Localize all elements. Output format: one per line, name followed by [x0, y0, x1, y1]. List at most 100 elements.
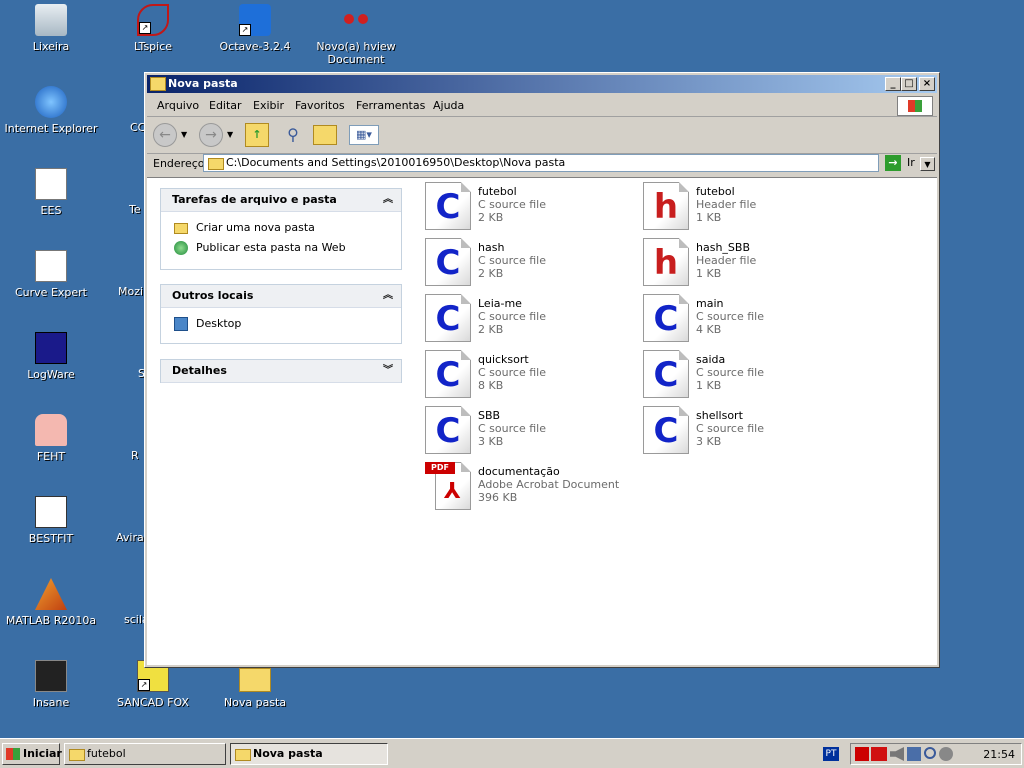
file-item[interactable]: C saida C source file 1 KB [643, 350, 853, 400]
task-create-folder[interactable]: Criar uma nova pasta [161, 218, 401, 238]
desktop-icon-lixeira[interactable]: Lixeira [3, 4, 99, 53]
ati-icon[interactable] [871, 747, 887, 761]
file-size: 1 KB [696, 267, 722, 280]
avira-icon[interactable] [855, 747, 869, 761]
search-tray-icon[interactable] [924, 747, 936, 759]
taskbar-item-futebol[interactable]: futebol [64, 743, 226, 765]
pdf-badge: PDF [425, 462, 455, 474]
file-name: Leia-me [478, 297, 522, 310]
minimize-button[interactable]: _ [885, 77, 901, 91]
maximize-button[interactable]: □ [901, 77, 917, 91]
partial-icon-label: Avira [116, 531, 144, 544]
expand-icon[interactable]: ︾ [383, 360, 393, 382]
matlab-icon [35, 578, 67, 610]
desktop-icon-octave[interactable]: ↗ Octave-3.2.4 [207, 4, 303, 53]
desktop-icon-matlab[interactable]: MATLAB R2010a [3, 578, 99, 627]
close-button[interactable]: × [919, 77, 935, 91]
file-item[interactable]: C SBB C source file 3 KB [425, 406, 635, 456]
desktop-icon-label: Octave-3.2.4 [219, 40, 291, 53]
file-item[interactable]: C shellsort C source file 3 KB [643, 406, 853, 456]
network-icon[interactable] [907, 747, 921, 761]
file-item[interactable]: C Leia-me C source file 2 KB [425, 294, 635, 344]
file-type: C source file [478, 254, 546, 267]
file-item[interactable]: h hash_SBB Header file 1 KB [643, 238, 853, 288]
file-type: Header file [696, 198, 757, 211]
desktop-icon-feht[interactable]: FEHT [3, 414, 99, 463]
place-desktop[interactable]: Desktop [161, 314, 401, 334]
file-item[interactable]: C quicksort C source file 8 KB [425, 350, 635, 400]
c-source-file-icon: C [425, 182, 471, 230]
file-item[interactable]: ⅄ PDF documentação Adobe Acrobat Documen… [425, 462, 635, 512]
address-label: Endereço [153, 157, 205, 170]
logware-icon [35, 332, 67, 364]
taskbar-item-nova-pasta[interactable]: Nova pasta [230, 743, 388, 765]
desktop-icon-insane[interactable]: Insane [3, 660, 99, 709]
taskbar-item-label: Nova pasta [253, 747, 323, 760]
desktop-icon-label: EES [40, 204, 62, 217]
file-item[interactable]: C main C source file 4 KB [643, 294, 853, 344]
taskbar-item-label: futebol [87, 747, 126, 760]
explorer-window[interactable]: Nova pasta _ □ × Arquivo Editar Exibir F… [144, 72, 940, 668]
views-button[interactable]: ▦▾ [349, 125, 379, 145]
desktop-icon-label: Internet Explorer [4, 122, 98, 135]
collapse-icon[interactable]: ︽ [383, 285, 393, 307]
go-button[interactable]: → Ir [885, 155, 933, 171]
language-indicator[interactable]: PT [823, 747, 839, 761]
back-button[interactable]: ← [153, 123, 177, 147]
toolbar: ← ▼ → ▼ ↑ ⚲ ▦▾ [147, 117, 937, 154]
file-item[interactable]: C hash C source file 2 KB [425, 238, 635, 288]
desktop-icon-bestfit[interactable]: BESTFIT [3, 496, 99, 545]
places-panel: Outros locais ︽ Desktop [160, 284, 402, 344]
menu-ajuda[interactable]: Ajuda [433, 99, 464, 112]
file-size: 2 KB [478, 211, 504, 224]
desktop-icon-ltspice[interactable]: ↗ LTspice [105, 4, 201, 53]
address-input[interactable]: C:\Documents and Settings\2010016950\Des… [203, 154, 935, 172]
menu-exibir[interactable]: Exibir [253, 99, 284, 112]
tasks-panel: Tarefas de arquivo e pasta ︽ Criar uma n… [160, 188, 402, 270]
internet-explorer-icon [35, 86, 67, 118]
file-type: C source file [696, 366, 764, 379]
menu-editar[interactable]: Editar [209, 99, 242, 112]
forward-dropdown-icon[interactable]: ▼ [227, 123, 235, 147]
title-bar[interactable]: Nova pasta _ □ × [147, 75, 937, 93]
details-panel-header[interactable]: Detalhes ︾ [161, 360, 401, 383]
desktop-icon-label: MATLAB R2010a [5, 614, 97, 627]
desktop-icon-ees[interactable]: EES [3, 168, 99, 217]
menu-ferramentas[interactable]: Ferramentas [356, 99, 425, 112]
details-panel: Detalhes ︾ [160, 359, 402, 383]
desktop-icon-label: Curve Expert [15, 286, 87, 299]
folders-button[interactable] [313, 125, 337, 145]
octave-icon: ↗ [239, 4, 271, 36]
forward-button[interactable]: → [199, 123, 223, 147]
up-folder-button[interactable]: ↑ [245, 123, 269, 147]
update-icon[interactable] [939, 747, 953, 761]
file-type: C source file [696, 422, 764, 435]
back-dropdown-icon[interactable]: ▼ [181, 123, 189, 147]
c-source-file-icon: C [425, 294, 471, 342]
collapse-icon[interactable]: ︽ [383, 189, 393, 211]
address-bar: Endereço C:\Documents and Settings\20100… [147, 153, 937, 175]
folder-icon [235, 749, 251, 761]
menu-arquivo[interactable]: Arquivo [157, 99, 199, 112]
start-button[interactable]: Iniciar [2, 743, 62, 765]
volume-icon[interactable] [890, 747, 904, 761]
file-type: C source file [696, 310, 764, 323]
desktop-icon-logware[interactable]: LogWare [3, 332, 99, 381]
windows-flag-icon [6, 748, 20, 760]
tasks-panel-header[interactable]: Tarefas de arquivo e pasta ︽ [161, 189, 401, 212]
desktop-icon-internet-explorer[interactable]: Internet Explorer [3, 86, 99, 135]
menu-favoritos[interactable]: Favoritos [295, 99, 345, 112]
places-panel-header[interactable]: Outros locais ︽ [161, 285, 401, 308]
insane-icon [35, 660, 67, 692]
desktop-icon-curve-expert[interactable]: Curve Expert [3, 250, 99, 299]
folder-content: Tarefas de arquivo e pasta ︽ Criar uma n… [147, 177, 937, 665]
task-publish-web[interactable]: Publicar esta pasta na Web [161, 238, 401, 258]
desktop-icon-hview[interactable]: Novo(a) hview Document [308, 4, 404, 66]
c-source-file-icon: C [425, 406, 471, 454]
file-item[interactable]: h futebol Header file 1 KB [643, 182, 853, 232]
file-type: Adobe Acrobat Document [478, 478, 620, 491]
file-item[interactable]: C futebol C source file 2 KB [425, 182, 635, 232]
clock[interactable]: 21:54 [983, 748, 1015, 761]
folder-icon [239, 668, 271, 692]
search-button[interactable]: ⚲ [281, 123, 305, 147]
